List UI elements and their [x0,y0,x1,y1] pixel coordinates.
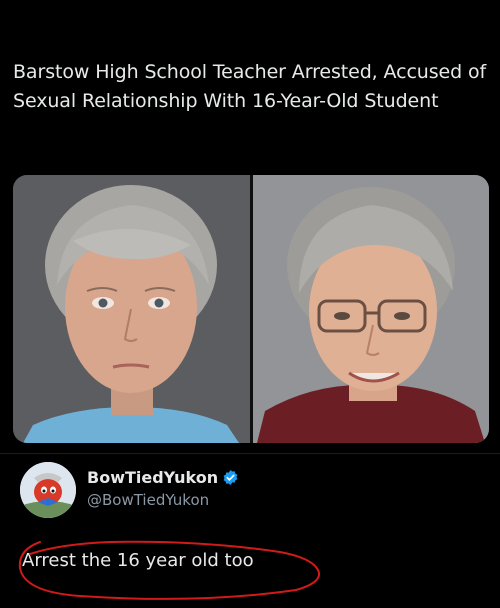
article-image[interactable] [13,175,489,443]
red-circle-scribble [18,540,320,600]
portrait-photo [253,175,489,443]
article-headline: Barstow High School Teacher Arrested, Ac… [13,61,487,112]
user-handle[interactable]: @BowTiedYukon [87,491,209,509]
display-name-text[interactable]: BowTiedYukon [87,468,218,487]
divider [0,453,500,454]
tweet-author[interactable]: BowTiedYukon @BowTiedYukon [20,462,480,520]
verified-badge-icon [223,470,238,485]
avatar-icon [20,462,76,518]
mugshot-photo [13,175,250,443]
display-name[interactable]: BowTiedYukon [87,468,239,487]
avatar[interactable] [20,462,76,518]
